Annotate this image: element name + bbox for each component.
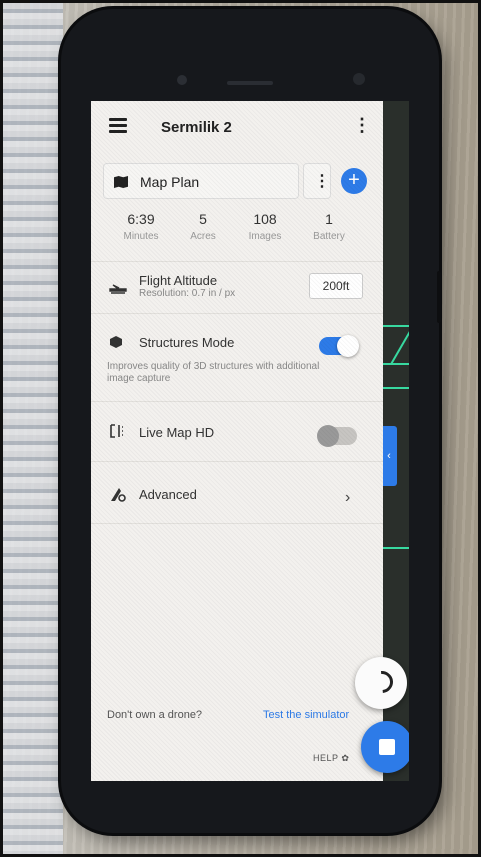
add-plan-button[interactable]: + <box>341 168 367 194</box>
plan-selector[interactable]: Map Plan <box>103 163 299 199</box>
stat-minutes: 6:39 Minutes <box>111 211 171 242</box>
stat-label: Battery <box>313 231 345 242</box>
divider <box>91 461 383 462</box>
chevron-right-icon: › <box>345 489 351 506</box>
earpiece-speaker <box>227 81 273 85</box>
flight-path-line <box>383 363 409 365</box>
phone-screen: ‹ Sermilik 2 ⋮ Map Plan ⋮ + 6:39 Minutes… <box>91 101 409 781</box>
stat-value: 1 <box>325 211 333 227</box>
refresh-icon <box>366 666 398 698</box>
resolution-text: Resolution: 0.7 in / px <box>139 288 236 299</box>
advanced-label: Advanced <box>139 487 197 502</box>
divider <box>91 401 383 402</box>
mission-stats: 6:39 Minutes 5 Acres 108 Images 1 Batter… <box>111 211 371 255</box>
divider <box>91 313 383 314</box>
side-button <box>437 271 441 323</box>
structures-mode-toggle[interactable] <box>319 335 359 357</box>
flight-path-line <box>383 387 409 389</box>
stat-value: 5 <box>199 211 207 227</box>
divider <box>91 261 383 262</box>
live-map-label: Live Map HD <box>139 425 215 440</box>
flight-icon <box>379 739 395 755</box>
test-simulator-link[interactable]: Test the simulator <box>263 709 349 721</box>
front-camera <box>177 75 187 85</box>
help-settings-icon: ✿ <box>341 753 350 763</box>
flight-altitude-label: Flight Altitude <box>139 273 218 288</box>
live-map-icon <box>110 424 123 438</box>
hamburger-menu-icon[interactable] <box>109 118 127 133</box>
plan-row: Map Plan ⋮ + <box>103 163 371 201</box>
map-icon <box>114 176 128 188</box>
cloth-background <box>3 3 63 854</box>
plane-icon <box>109 284 127 294</box>
structures-description: Improves quality of 3D structures with a… <box>107 361 320 384</box>
simulator-prompt: Don't own a drone? <box>107 709 203 721</box>
altitude-value-field[interactable]: 200ft <box>309 273 363 299</box>
flight-path-line <box>383 325 409 327</box>
phone-device: ‹ Sermilik 2 ⋮ Map Plan ⋮ + 6:39 Minutes… <box>61 9 441 833</box>
project-title: Sermilik 2 <box>161 119 232 136</box>
divider <box>91 523 383 524</box>
advanced-settings-icon <box>111 488 126 502</box>
help-label: HELP <box>313 753 339 763</box>
stat-battery: 1 Battery <box>299 211 359 242</box>
stat-value: 6:39 <box>127 211 155 227</box>
stat-label: Acres <box>190 231 216 242</box>
panel-header: Sermilik 2 ⋮ <box>91 101 383 153</box>
plan-more-icon: ⋮ <box>314 173 330 190</box>
stat-acres: 5 Acres <box>173 211 233 242</box>
stat-images: 108 Images <box>235 211 295 242</box>
start-flight-fab-button[interactable] <box>361 721 409 773</box>
mission-panel: Sermilik 2 ⋮ Map Plan ⋮ + 6:39 Minutes 5… <box>91 101 383 781</box>
flight-path-line <box>383 547 409 549</box>
collapse-panel-tab[interactable]: ‹ <box>381 426 397 486</box>
stat-value: 108 <box>253 211 277 227</box>
plan-more-button[interactable]: ⋮ <box>303 163 331 199</box>
plan-label: Map Plan <box>140 174 200 190</box>
flight-path-line <box>390 328 409 365</box>
cube-icon <box>110 336 122 348</box>
live-map-toggle[interactable] <box>317 425 357 447</box>
stat-label: Minutes <box>123 231 159 242</box>
structures-mode-label: Structures Mode <box>139 335 235 350</box>
header-more-icon[interactable]: ⋮ <box>353 115 371 135</box>
stat-label: Images <box>248 231 282 242</box>
refresh-fab-button[interactable] <box>355 657 407 709</box>
help-button[interactable]: HELP ✿ <box>313 753 349 764</box>
proximity-sensor <box>353 73 365 85</box>
